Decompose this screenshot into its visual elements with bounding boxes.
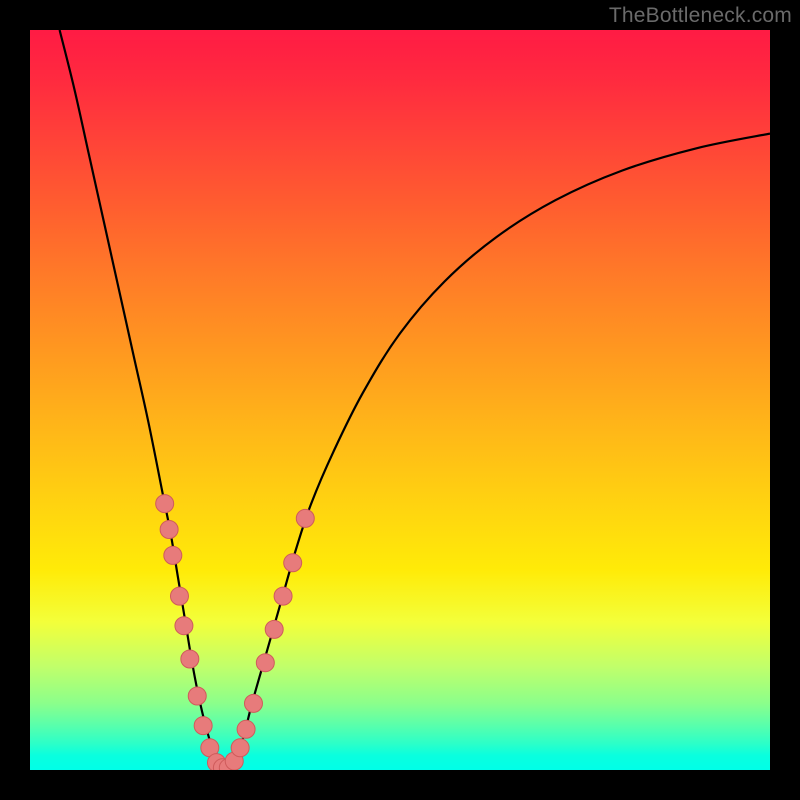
right-curve — [230, 134, 770, 770]
data-marker — [170, 587, 188, 605]
data-marker — [175, 617, 193, 635]
data-marker — [284, 554, 302, 572]
data-marker — [181, 650, 199, 668]
data-marker — [244, 694, 262, 712]
data-marker — [194, 717, 212, 735]
watermark-text: TheBottleneck.com — [609, 4, 792, 28]
data-marker — [231, 739, 249, 757]
data-marker — [256, 654, 274, 672]
chart-svg — [30, 30, 770, 770]
data-marker — [156, 495, 174, 513]
chart-plot-area — [30, 30, 770, 770]
curve-group — [60, 30, 770, 770]
data-marker — [188, 687, 206, 705]
data-marker — [160, 521, 178, 539]
data-marker — [164, 546, 182, 564]
data-marker — [274, 587, 292, 605]
data-markers — [156, 495, 315, 770]
data-marker — [237, 720, 255, 738]
data-marker — [296, 509, 314, 527]
data-marker — [265, 620, 283, 638]
chart-frame: TheBottleneck.com — [0, 0, 800, 800]
